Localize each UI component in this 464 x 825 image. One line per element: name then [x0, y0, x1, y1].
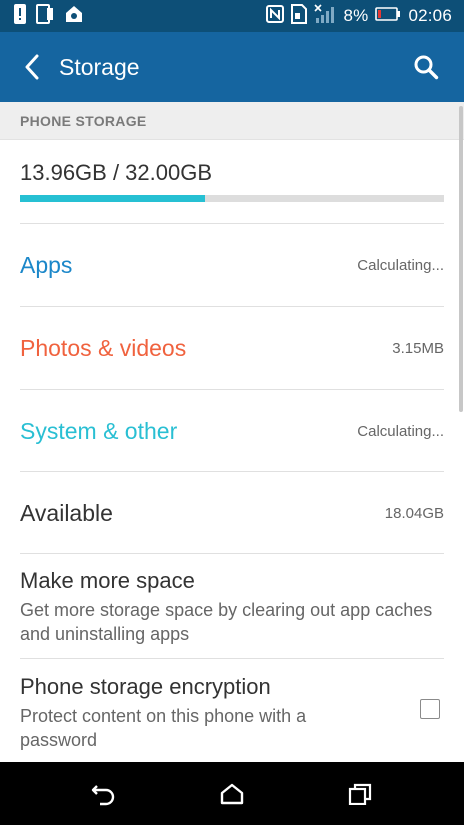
- back-button[interactable]: [18, 47, 46, 87]
- status-left-icons: [14, 3, 84, 29]
- storage-usage: 13.96GB / 32.00GB: [0, 140, 464, 224]
- category-value: Calculating...: [357, 422, 444, 440]
- home-icon: [220, 783, 244, 804]
- divider: [20, 658, 444, 659]
- status-bar: 8% 02:06: [0, 0, 464, 32]
- scrollbar[interactable]: [459, 106, 463, 412]
- search-icon: [414, 55, 439, 80]
- sim-icon: [291, 3, 308, 29]
- status-time: 02:06: [408, 6, 452, 25]
- category-label: System & other: [20, 417, 178, 444]
- nav-home-button[interactable]: [207, 769, 257, 819]
- encryption-subtitle: Protect content on this phone with a pas…: [20, 706, 307, 750]
- divider: [20, 553, 444, 554]
- recents-icon: [348, 783, 372, 805]
- nav-back-button[interactable]: [79, 769, 129, 819]
- battery-icon: [375, 6, 401, 26]
- phone-storage-encryption-item[interactable]: Phone storage encryption Protect content…: [0, 674, 464, 752]
- back-icon: [91, 784, 115, 805]
- location-icon: [64, 4, 84, 29]
- make-more-space-subtitle: Get more storage space by clearing out a…: [20, 600, 433, 644]
- category-value: Calculating...: [357, 256, 444, 274]
- category-value: 18.04GB: [384, 504, 444, 522]
- category-row-system-other[interactable]: System & other Calculating...: [0, 390, 464, 472]
- encryption-checkbox[interactable]: [420, 699, 440, 719]
- category-row-apps[interactable]: Apps Calculating...: [0, 224, 464, 306]
- app-bar: Storage: [0, 32, 464, 102]
- storage-progress-fill: [20, 195, 205, 202]
- category-label: Apps: [20, 251, 73, 278]
- phone-icon: [36, 3, 54, 29]
- category-label: Available: [20, 499, 113, 526]
- category-row-available[interactable]: Available 18.04GB: [0, 472, 464, 554]
- section-header: PHONE STORAGE: [0, 102, 464, 140]
- alert-icon: [14, 3, 26, 29]
- make-more-space-item[interactable]: Make more space Get more storage space b…: [0, 568, 464, 646]
- storage-usage-text: 13.96GB / 32.00GB: [20, 160, 213, 185]
- nav-recents-button[interactable]: [335, 769, 385, 819]
- chevron-left-icon: [25, 54, 39, 80]
- navigation-bar: [0, 762, 464, 825]
- signal-icon: [314, 3, 336, 29]
- encryption-title: Phone storage encryption: [20, 674, 271, 699]
- category-label: Photos & videos: [20, 334, 187, 361]
- storage-progress-bar: [20, 195, 444, 202]
- category-row-photos-videos[interactable]: Photos & videos 3.15MB: [0, 307, 464, 389]
- search-button[interactable]: [406, 47, 446, 87]
- make-more-space-title: Make more space: [20, 568, 195, 593]
- battery-percent: 8%: [343, 6, 369, 25]
- category-value: 3.15MB: [392, 339, 444, 357]
- page-title: Storage: [59, 53, 140, 80]
- nfc-icon: [266, 4, 285, 28]
- status-right-icons: 8% 02:06: [266, 3, 452, 29]
